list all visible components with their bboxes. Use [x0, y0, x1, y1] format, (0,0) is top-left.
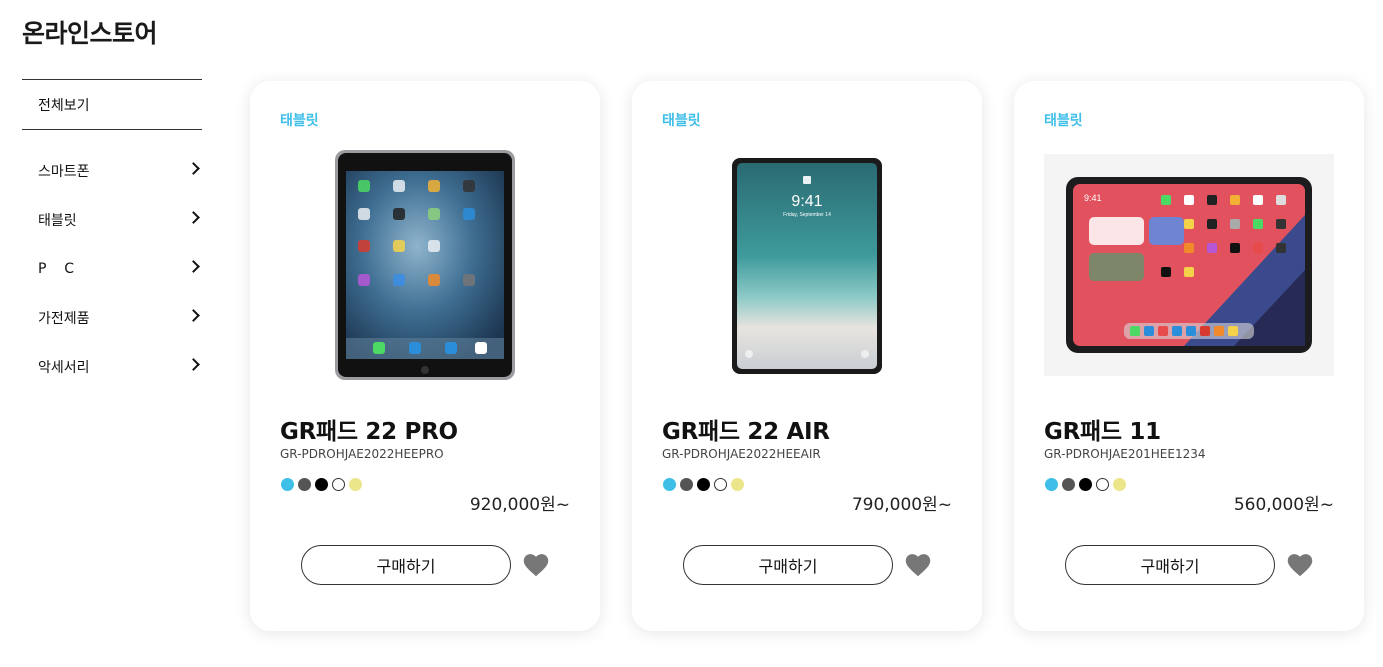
sidebar-item-appliances[interactable]: 가전제품 [22, 293, 202, 342]
color-options [281, 478, 362, 491]
product-card: 태블릿 [250, 81, 600, 631]
chevron-right-icon [187, 211, 200, 224]
color-swatch-white[interactable] [714, 478, 727, 491]
chevron-right-icon [187, 260, 200, 273]
product-card: 태블릿 9:41 Friday, September 14 GR패드 22 AI… [632, 81, 982, 631]
tablet-pro-image-graphic [335, 150, 515, 380]
sidebar-item-pc[interactable]: P C [22, 244, 202, 293]
heart-icon[interactable] [522, 551, 550, 577]
tablet-air-image[interactable]: 9:41 Friday, September 14 [662, 150, 952, 382]
chevron-right-icon [187, 358, 200, 371]
sidebar-item-tablet[interactable]: 태블릿 [22, 195, 202, 244]
color-swatch-black[interactable] [315, 478, 328, 491]
sidebar-item-all[interactable]: 전체보기 [22, 79, 202, 130]
buy-button[interactable]: 구매하기 [1065, 545, 1275, 585]
page-title: 온라인스토어 [22, 19, 158, 48]
category-list: 스마트폰 태블릿 P C 가전제품 악세서리 [22, 146, 202, 391]
product-price: 560,000원~ [1233, 495, 1334, 515]
product-category: 태블릿 [662, 113, 701, 129]
product-price: 920,000원~ [469, 495, 570, 515]
chevron-right-icon [187, 162, 200, 175]
product-sku: GR-PDROHJAE201HEE1234 [1044, 447, 1206, 461]
sidebar-item-label: 악세서리 [38, 359, 90, 376]
product-category: 태블릿 [1044, 113, 1083, 129]
tablet-pro-image[interactable] [280, 150, 570, 382]
heart-icon[interactable] [904, 551, 932, 577]
sidebar-item-label: 태블릿 [38, 212, 77, 229]
color-swatch-yellow[interactable] [1113, 478, 1126, 491]
sidebar-item-smartphone[interactable]: 스마트폰 [22, 146, 202, 195]
color-options [663, 478, 744, 491]
product-card: 태블릿 [1014, 81, 1364, 631]
tablet-11-image[interactable]: 9:41 [1044, 154, 1334, 376]
product-category: 태블릿 [280, 113, 319, 129]
heart-icon[interactable] [1286, 551, 1314, 577]
color-swatch-white[interactable] [332, 478, 345, 491]
sidebar-item-label: 가전제품 [38, 310, 90, 327]
product-name: GR패드 22 AIR [662, 419, 830, 445]
color-swatch-black[interactable] [697, 478, 710, 491]
color-swatch-blue[interactable] [1045, 478, 1058, 491]
sidebar-item-label: 스마트폰 [38, 163, 90, 180]
sidebar-item-accessories[interactable]: 악세서리 [22, 342, 202, 391]
svg-text:9:41: 9:41 [791, 193, 822, 210]
sidebar-item-label: P C [38, 260, 75, 277]
category-sidebar: 전체보기 스마트폰 태블릿 P C 가전제품 악세서리 [22, 79, 202, 391]
svg-text:9:41: 9:41 [1084, 193, 1102, 203]
color-swatch-black[interactable] [1079, 478, 1092, 491]
buy-button[interactable]: 구매하기 [301, 545, 511, 585]
product-name: GR패드 11 [1044, 419, 1161, 445]
svg-text:Friday, September 14: Friday, September 14 [783, 212, 831, 218]
product-sku: GR-PDROHJAE2022HEEAIR [662, 447, 821, 461]
color-swatch-white[interactable] [1096, 478, 1109, 491]
tablet-11-image-graphic: 9:41 [1066, 177, 1312, 353]
color-swatch-yellow[interactable] [731, 478, 744, 491]
color-swatch-blue[interactable] [663, 478, 676, 491]
color-swatch-blue[interactable] [281, 478, 294, 491]
chevron-right-icon [187, 309, 200, 322]
color-options [1045, 478, 1126, 491]
color-swatch-gray[interactable] [298, 478, 311, 491]
color-swatch-gray[interactable] [1062, 478, 1075, 491]
color-swatch-yellow[interactable] [349, 478, 362, 491]
buy-button[interactable]: 구매하기 [683, 545, 893, 585]
product-sku: GR-PDROHJAE2022HEEPRO [280, 447, 444, 461]
product-price: 790,000원~ [851, 495, 952, 515]
tablet-air-image-graphic: 9:41 Friday, September 14 [732, 158, 882, 374]
color-swatch-gray[interactable] [680, 478, 693, 491]
product-name: GR패드 22 PRO [280, 419, 458, 445]
